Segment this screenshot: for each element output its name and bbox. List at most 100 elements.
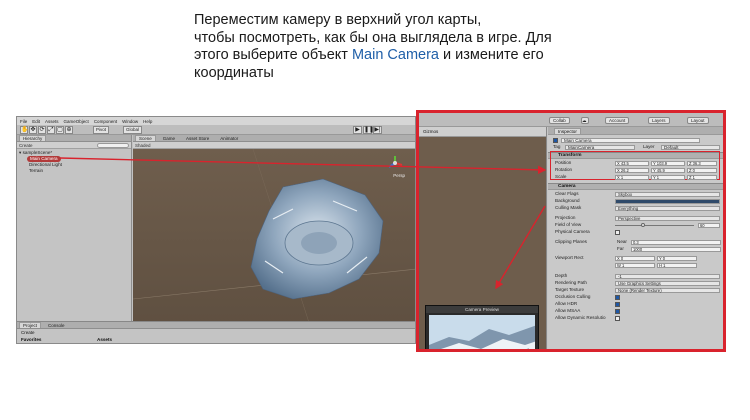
hdr-checkbox[interactable] (615, 301, 620, 307)
collab-dropdown[interactable]: Collab (549, 117, 570, 124)
hierarchy-create-button[interactable]: Create (19, 143, 33, 148)
clear-flags-row: Clear Flags Skybox (551, 191, 720, 197)
assets-label[interactable]: Assets (97, 337, 112, 342)
hierarchy-item-terrain[interactable]: Terrain (19, 168, 129, 174)
clear-flags-dropdown[interactable]: Skybox (615, 191, 720, 197)
inspector-panel: Inspector Main Camera Tag MainCamera Lay… (548, 127, 723, 349)
account-dropdown[interactable]: Account (605, 117, 630, 124)
pause-icon[interactable]: ❚❚ (363, 126, 374, 134)
projection-dropdown[interactable]: Perspective (615, 215, 720, 221)
move-tool-icon[interactable]: ✥ (29, 126, 37, 134)
menu-edit[interactable]: Edit (32, 119, 40, 124)
fov-label: Field of View (555, 222, 582, 227)
tab-hierarchy[interactable]: Hierarchy (19, 135, 47, 141)
viewport-wh-row: W 1 H 1 (551, 262, 720, 268)
menu-gameobject[interactable]: GameObject (64, 119, 89, 124)
fov-slider-track[interactable] (615, 224, 694, 226)
cloud-icon[interactable]: ☁ (581, 117, 589, 124)
depth-row: Depth -1 (551, 273, 720, 279)
tab-animator[interactable]: Animator (216, 135, 242, 141)
dynamic-resolution-checkbox[interactable] (615, 315, 620, 321)
pivot-toggle[interactable]: Pivot (93, 126, 110, 134)
camera-header[interactable]: Camera (548, 183, 723, 190)
background-color-swatch[interactable] (615, 198, 720, 204)
object-active-checkbox[interactable] (553, 137, 558, 143)
rotation-y-input[interactable]: Y 45.9 (651, 167, 685, 173)
rendering-path-dropdown[interactable]: Use Graphics Settings (615, 280, 720, 286)
hand-tool-icon[interactable]: ✋ (20, 126, 28, 134)
layers-dropdown[interactable]: Layers (648, 117, 670, 124)
rotation-x-input[interactable]: X 26.2 (615, 167, 649, 173)
step-icon[interactable]: ▶| (373, 126, 382, 134)
hierarchy-panel: Hierarchy Create ▾ sampleScene* Main Cam… (17, 135, 132, 335)
tab-asset-store[interactable]: Asset Store (182, 135, 213, 141)
near-input[interactable]: 0.3 (631, 239, 721, 245)
position-label: Position (555, 160, 572, 165)
menu-component[interactable]: Component (94, 119, 117, 124)
tab-console[interactable]: Console (44, 322, 69, 328)
rotation-row: Rotation X 26.2 Y 45.9 Z 0 (551, 167, 720, 173)
hierarchy-search-input[interactable] (97, 143, 129, 148)
target-texture-row: Target Texture None (Render Texture) (551, 287, 720, 293)
depth-input[interactable]: -1 (615, 273, 720, 279)
tab-game[interactable]: Game (159, 135, 179, 141)
global-toggle[interactable]: Global (123, 126, 143, 134)
tag-dropdown[interactable]: MainCamera (565, 144, 635, 150)
viewport-h-input[interactable]: H 1 (657, 262, 697, 268)
scale-x-input[interactable]: X 1 (615, 174, 649, 180)
caption-highlight: Main Camera (351, 47, 439, 63)
inspector-window: Collab ☁ Account Layers Layout Gizmos Ca… (416, 110, 726, 352)
clipping-planes-label: Clipping Planes (555, 239, 587, 244)
scale-tool-icon[interactable]: ⤢ (47, 126, 55, 134)
caption-line-2: чтобы посмотреть, как бы она выглядела в… (194, 29, 552, 46)
viewport-x-input[interactable]: X 0 (615, 255, 655, 261)
rect-tool-icon[interactable]: ▢ (56, 126, 64, 134)
fov-slider-handle[interactable] (641, 223, 645, 227)
menu-assets[interactable]: Assets (45, 119, 59, 124)
play-icon[interactable]: ▶ (353, 126, 362, 134)
layout-dropdown[interactable]: Layout (687, 117, 709, 124)
scene-gizmo-icon[interactable] (387, 155, 403, 171)
project-create-button[interactable]: Create (21, 330, 35, 335)
scene-viewport[interactable]: Persp (133, 149, 415, 335)
viewport-w-input[interactable]: W 1 (615, 262, 655, 268)
rotate-tool-icon[interactable]: ⟳ (38, 126, 46, 134)
favorites-label[interactable]: Favorites (21, 337, 41, 342)
caption-line-1: Переместим камеру в верхний угол карты, (194, 12, 482, 28)
position-x-input[interactable]: X 43.5 (615, 160, 649, 166)
msaa-checkbox[interactable] (615, 308, 620, 314)
culling-mask-row: Culling Mask Everything (551, 205, 720, 211)
clipping-near-row: Clipping Planes Near 0.3 (551, 239, 721, 245)
main-toolbar: ✋ ✥ ⟳ ⤢ ▢ ⊕ Pivot Global ▶ ❚❚ ▶| (17, 125, 415, 135)
position-y-input[interactable]: Y 103.9 (651, 160, 685, 166)
shading-mode-dropdown[interactable]: Shaded (135, 143, 151, 148)
transform-tool-icon[interactable]: ⊕ (65, 126, 73, 134)
fov-input[interactable]: 60 (698, 222, 720, 228)
inspector-scene-view[interactable]: Gizmos Camera Preview (419, 127, 547, 349)
tab-project[interactable]: Project (19, 322, 42, 328)
object-header: Main Camera (551, 137, 720, 143)
object-name-input[interactable]: Main Camera (561, 137, 700, 143)
caption-line-3-pre: этого выберите объект (194, 47, 352, 63)
menu-window[interactable]: Window (122, 119, 138, 124)
physical-camera-checkbox[interactable] (615, 229, 620, 235)
rotation-z-input[interactable]: Z 0 (687, 167, 717, 173)
tab-scene[interactable]: Scene (135, 135, 156, 141)
far-input[interactable]: 1000 (631, 246, 721, 252)
hdr-row: Allow HDR (551, 301, 720, 307)
scale-y-input[interactable]: Y 1 (651, 174, 685, 180)
position-z-input[interactable]: Z 36.3 (687, 160, 717, 166)
layer-label: Layer (643, 144, 655, 149)
culling-mask-dropdown[interactable]: Everything (615, 205, 720, 211)
tab-inspector[interactable]: Inspector (554, 128, 581, 135)
occlusion-checkbox[interactable] (615, 294, 620, 300)
layer-dropdown[interactable]: Default (661, 144, 720, 150)
menu-file[interactable]: File (20, 119, 27, 124)
menu-help[interactable]: Help (143, 119, 152, 124)
gizmos-dropdown[interactable]: Gizmos (423, 129, 438, 134)
dynamic-resolution-row: Allow Dynamic Resolutio (551, 315, 720, 321)
target-texture-field[interactable]: None (Render Texture) (615, 287, 720, 293)
scale-z-input[interactable]: Z 1 (687, 174, 717, 180)
menu-bar: File Edit Assets GameObject Component Wi… (17, 117, 415, 125)
viewport-y-input[interactable]: Y 0 (657, 255, 697, 261)
